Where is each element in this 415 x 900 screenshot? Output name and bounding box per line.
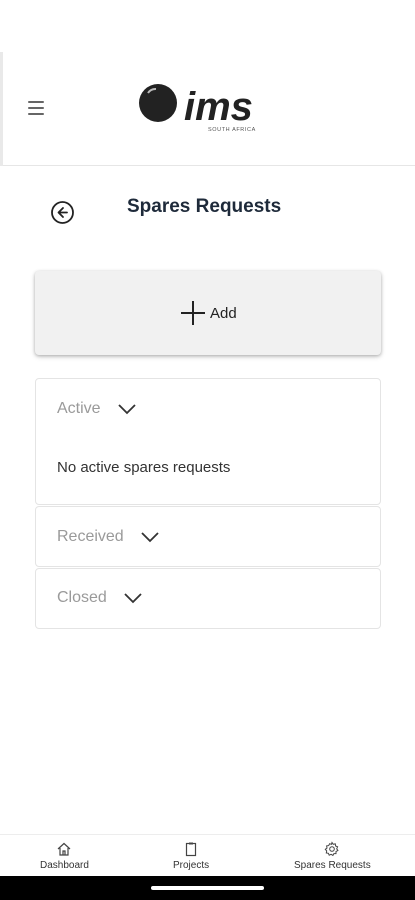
bottom-navigation: Dashboard Projects Spares Requests [0, 834, 415, 876]
nav-spares-requests[interactable]: Spares Requests [294, 841, 371, 871]
system-navigation-bar [0, 876, 415, 900]
logo-subtext: SOUTH AFRICA [208, 127, 256, 133]
nav-projects-label: Projects [173, 860, 210, 871]
add-request-button[interactable]: Add [35, 271, 381, 355]
clipboard-icon [185, 842, 197, 857]
section-received-label: Received [57, 528, 124, 545]
app-screen: ims SOUTH AFRICA Spares Requests Add Act… [0, 0, 415, 900]
chevron-down-icon [117, 404, 136, 415]
arrow-left-circle-icon [51, 201, 74, 224]
page-title: Spares Requests [127, 196, 282, 217]
section-closed-toggle[interactable]: Closed [57, 589, 143, 607]
empty-state-message: No active spares requests [57, 459, 231, 476]
menu-icon[interactable] [28, 101, 44, 115]
brand-logo: ims SOUTH AFRICA [136, 80, 281, 140]
chevron-down-icon [124, 593, 142, 604]
nav-spares-requests-label: Spares Requests [294, 860, 371, 871]
chevron-down-icon [141, 532, 159, 543]
logo-wordmark: ims [184, 85, 253, 129]
gear-icon [324, 841, 339, 857]
section-closed: Closed [35, 568, 381, 629]
plus-icon [181, 301, 205, 325]
section-active: Active No active spares requests [35, 378, 381, 505]
home-indicator[interactable] [151, 886, 264, 890]
section-closed-label: Closed [57, 589, 107, 606]
section-received: Received [35, 506, 381, 567]
status-bar-area [0, 0, 415, 52]
nav-dashboard[interactable]: Dashboard [40, 841, 89, 871]
home-icon [58, 842, 71, 856]
section-active-label: Active [57, 400, 101, 417]
section-active-toggle[interactable]: Active [57, 400, 137, 418]
app-header: ims SOUTH AFRICA [0, 52, 415, 166]
add-label: Add [210, 304, 237, 322]
nav-projects[interactable]: Projects [173, 841, 209, 871]
back-button[interactable] [50, 200, 75, 225]
section-received-toggle[interactable]: Received [57, 528, 160, 546]
nav-dashboard-label: Dashboard [40, 860, 89, 871]
